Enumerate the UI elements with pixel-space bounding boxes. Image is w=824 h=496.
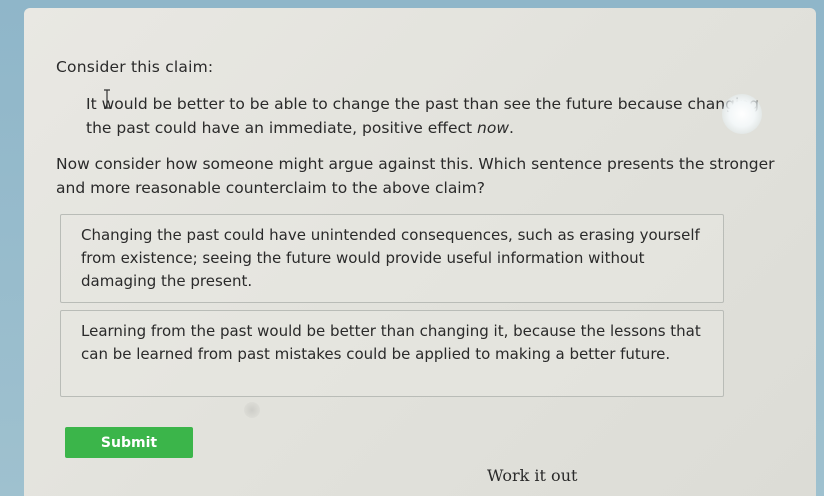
claim-end: . (509, 119, 514, 137)
question-prompt: Consider this claim: (56, 58, 214, 76)
screen-smudge (244, 402, 260, 418)
claim-text: It would be better to be able to change … (86, 92, 786, 140)
claim-emphasis: now (477, 119, 510, 137)
work-it-out-link[interactable]: Work it out (487, 466, 577, 485)
screen-glare (722, 94, 762, 134)
answer-choice-1-label: Changing the past could have unintended … (81, 226, 700, 290)
i-beam-cursor-icon (104, 89, 110, 109)
question-instruction: Now consider how someone might argue aga… (56, 155, 775, 197)
answer-choice-2[interactable]: Learning from the past would be better t… (60, 310, 724, 397)
claim-body: It would be better to be able to change … (86, 95, 759, 137)
answer-choice-1[interactable]: Changing the past could have unintended … (60, 214, 724, 303)
submit-button[interactable]: Submit (65, 427, 193, 458)
answer-choice-2-label: Learning from the past would be better t… (81, 322, 701, 363)
